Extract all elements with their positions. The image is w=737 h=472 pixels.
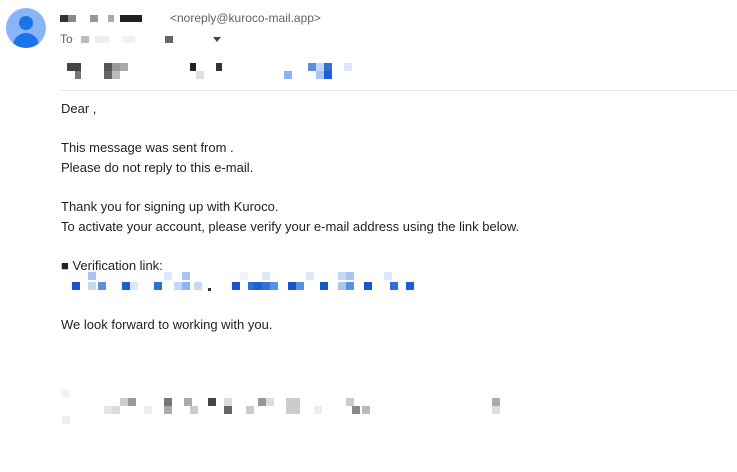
signature-redacted bbox=[60, 388, 510, 428]
sender-email: <noreply@kuroco-mail.app> bbox=[170, 11, 321, 25]
header-divider bbox=[60, 90, 737, 91]
closing-line: We look forward to working with you. bbox=[61, 317, 273, 332]
to-label: To bbox=[60, 32, 73, 46]
no-reply-line: Please do not reply to this e-mail. bbox=[61, 160, 254, 175]
verification-link-redacted[interactable] bbox=[64, 272, 434, 294]
sender-line: <noreply@kuroco-mail.app> bbox=[60, 10, 321, 26]
activate-line: To activate your account, please verify … bbox=[61, 219, 520, 234]
greeting: Dear , bbox=[61, 101, 97, 116]
sender-name-redacted bbox=[60, 13, 150, 23]
sent-from-line: This message was sent from . bbox=[61, 140, 234, 155]
sender-avatar-icon[interactable] bbox=[6, 8, 46, 48]
thanks-line: Thank you for signing up with Kuroco. bbox=[61, 199, 279, 214]
redacted-header-row bbox=[60, 60, 380, 82]
caret-down-icon[interactable] bbox=[212, 36, 221, 42]
recipient-line: To bbox=[60, 31, 221, 47]
